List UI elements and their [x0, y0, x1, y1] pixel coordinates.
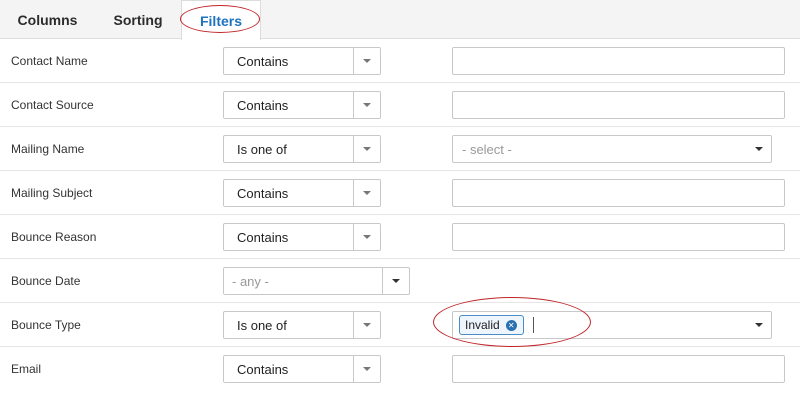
chevron-down-icon	[363, 59, 371, 63]
chevron-down-icon	[363, 103, 371, 107]
operator-select[interactable]: Contains	[223, 91, 381, 119]
operator-dropdown-button[interactable]	[353, 136, 380, 162]
filter-value-input[interactable]	[452, 179, 785, 207]
operator-select[interactable]: Contains	[223, 355, 381, 383]
chip-label: Invalid	[465, 318, 500, 332]
operator-dropdown-button[interactable]	[353, 180, 380, 206]
operator-value: Is one of	[237, 141, 287, 157]
tab-sorting-label: Sorting	[113, 11, 163, 28]
tab-columns-label: Columns	[17, 11, 78, 28]
filter-row-contact-source: Contact Source Contains	[0, 83, 800, 127]
filter-row-mailing-name: Mailing Name Is one of - select -	[0, 127, 800, 171]
chevron-down-icon	[755, 323, 763, 327]
filter-label: Bounce Date	[11, 274, 81, 288]
operator-dropdown-button[interactable]	[353, 48, 380, 74]
tab-filters[interactable]: Filters	[181, 0, 261, 40]
filter-label: Mailing Subject	[11, 186, 93, 200]
operator-value: Contains	[237, 229, 289, 245]
selected-chip: Invalid ✕	[459, 315, 524, 335]
chevron-down-icon	[363, 191, 371, 195]
filter-label: Email	[11, 362, 42, 376]
filter-label: Contact Name	[11, 54, 88, 68]
operator-value: Contains	[237, 53, 289, 69]
date-range-dropdown-button[interactable]	[382, 268, 409, 294]
date-range-value: - any -	[232, 273, 269, 289]
filter-list: Contact Name Contains Contact Source Con…	[0, 39, 800, 391]
filter-value-input[interactable]	[452, 91, 785, 119]
tab-sorting[interactable]: Sorting	[95, 0, 181, 39]
chevron-down-icon	[392, 279, 400, 283]
operator-value: Contains	[237, 97, 289, 113]
select-placeholder: - select -	[462, 141, 512, 157]
chevron-down-icon	[363, 235, 371, 239]
bounce-type-multiselect[interactable]: Invalid ✕	[452, 311, 772, 339]
filter-label: Contact Source	[11, 98, 94, 112]
operator-select[interactable]: Contains	[223, 179, 381, 207]
tab-filters-label: Filters	[199, 12, 242, 29]
filter-value-input[interactable]	[452, 223, 785, 251]
date-range-select[interactable]: - any -	[223, 267, 410, 295]
filter-row-email: Email Contains	[0, 347, 800, 391]
operator-select[interactable]: Contains	[223, 223, 381, 251]
operator-select[interactable]: Is one of	[223, 311, 381, 339]
filter-value-input[interactable]	[452, 47, 785, 75]
mailing-name-select[interactable]: - select -	[452, 135, 772, 163]
operator-select[interactable]: Is one of	[223, 135, 381, 163]
filter-row-contact-name: Contact Name Contains	[0, 39, 800, 83]
filter-label: Mailing Name	[11, 142, 85, 156]
filter-row-bounce-type: Bounce Type Is one of Invalid ✕	[0, 303, 800, 347]
operator-select[interactable]: Contains	[223, 47, 381, 75]
text-cursor	[532, 317, 534, 333]
operator-dropdown-button[interactable]	[353, 356, 380, 382]
chevron-down-icon	[363, 323, 371, 327]
operator-value: Contains	[237, 185, 289, 201]
remove-chip-icon[interactable]: ✕	[505, 319, 517, 331]
filter-row-bounce-date: Bounce Date - any -	[0, 259, 800, 303]
filter-row-bounce-reason: Bounce Reason Contains	[0, 215, 800, 259]
chevron-down-icon	[755, 147, 763, 151]
tab-bar: Columns Sorting Filters	[0, 0, 800, 40]
filter-value-input[interactable]	[452, 355, 785, 383]
filter-row-mailing-subject: Mailing Subject Contains	[0, 171, 800, 215]
filter-label: Bounce Type	[11, 318, 81, 332]
operator-value: Is one of	[237, 317, 287, 333]
tab-columns[interactable]: Columns	[0, 0, 95, 39]
chevron-down-icon	[363, 147, 371, 151]
operator-dropdown-button[interactable]	[353, 224, 380, 250]
operator-value: Contains	[237, 361, 289, 377]
operator-dropdown-button[interactable]	[353, 92, 380, 118]
operator-dropdown-button[interactable]	[353, 312, 380, 338]
filter-label: Bounce Reason	[11, 230, 97, 244]
chevron-down-icon	[363, 367, 371, 371]
